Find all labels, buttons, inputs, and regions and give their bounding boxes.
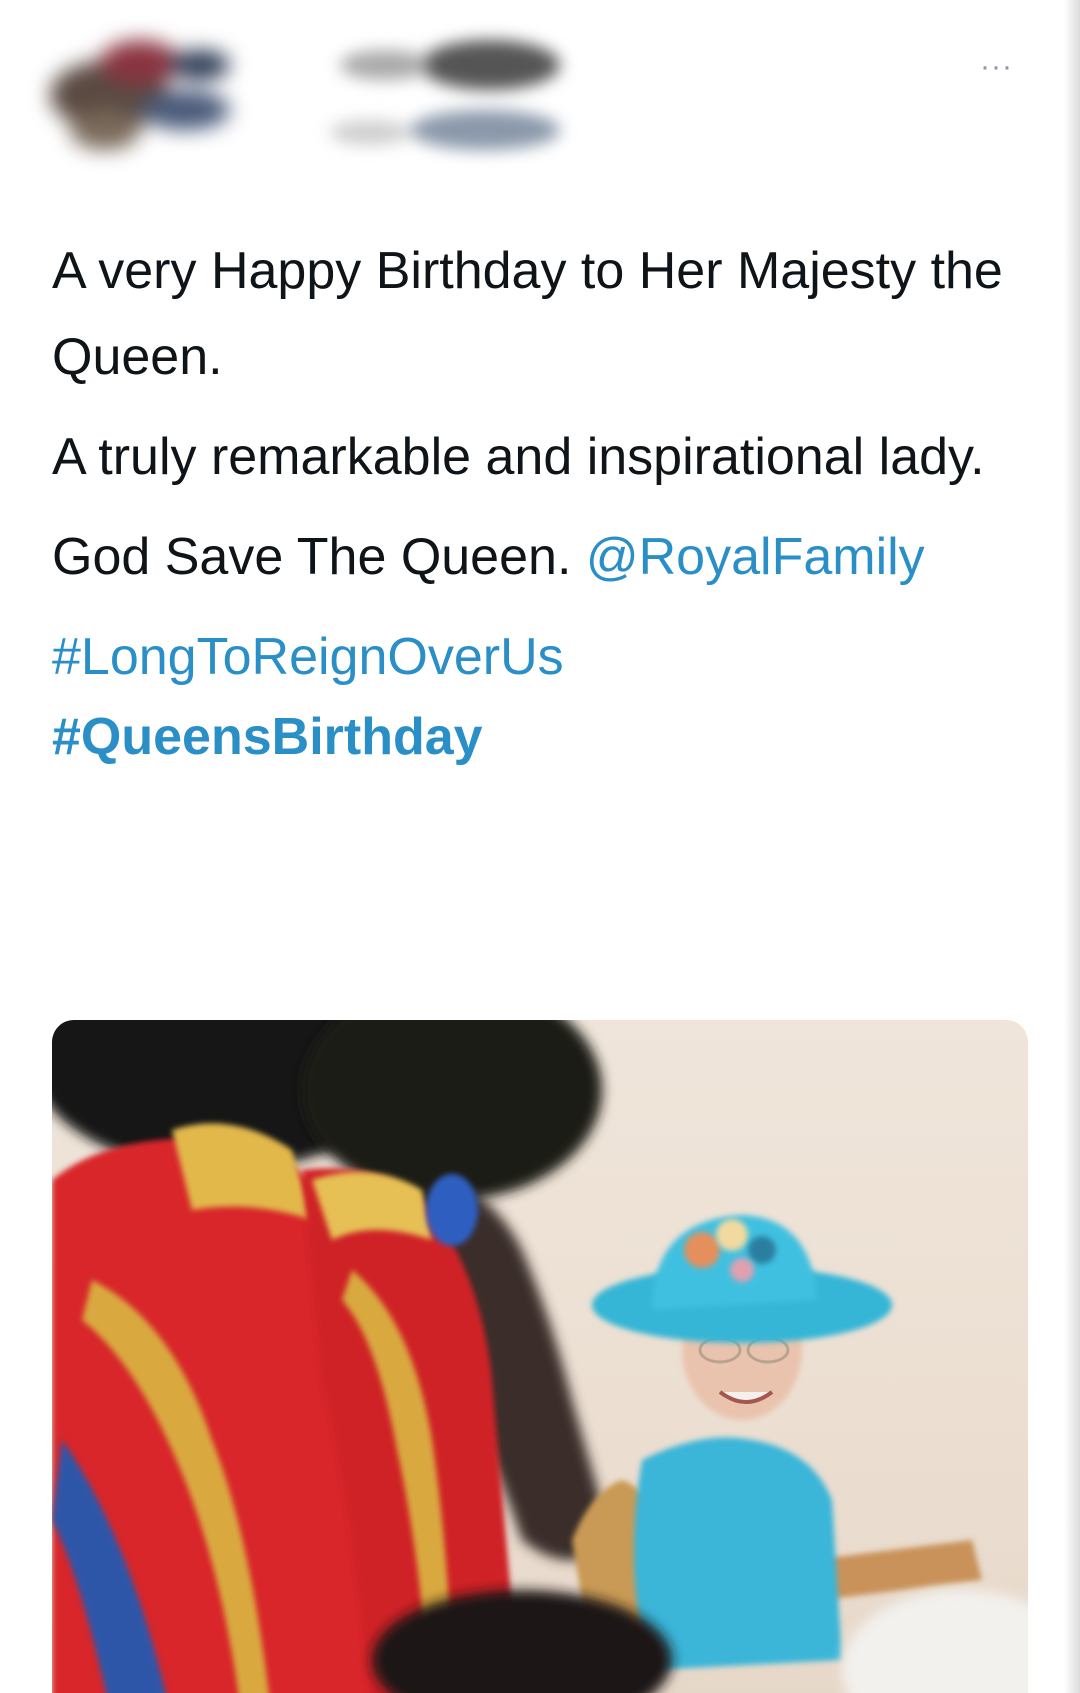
- tweet-header: ···: [0, 0, 1080, 190]
- tweet-paragraph-1: A very Happy Birthday to Her Majesty the…: [52, 242, 1003, 386]
- blurred-avatar[interactable]: [30, 20, 280, 170]
- mention-link[interactable]: @RoyalFamily: [586, 528, 925, 586]
- more-options-icon[interactable]: ···: [980, 52, 1013, 82]
- hashtag-link-1[interactable]: #LongToReignOverUs: [52, 614, 1012, 700]
- tweet-paragraph-3: God Save The Queen. @RoyalFamily: [52, 514, 1012, 600]
- photo-image-icon: [52, 1020, 1028, 1693]
- tweet-paragraph-2: A truly remarkable and inspirational lad…: [52, 428, 985, 486]
- tweet-photo[interactable]: [52, 1020, 1028, 1693]
- tweet-body: A very Happy Birthday to Her Majesty the…: [52, 228, 1012, 780]
- hashtag-link-2[interactable]: #QueensBirthday: [52, 694, 1012, 780]
- blurred-username[interactable]: [320, 30, 600, 180]
- page-edge-shadow: [1064, 0, 1080, 1693]
- tweet-paragraph-3-text: God Save The Queen.: [52, 528, 572, 586]
